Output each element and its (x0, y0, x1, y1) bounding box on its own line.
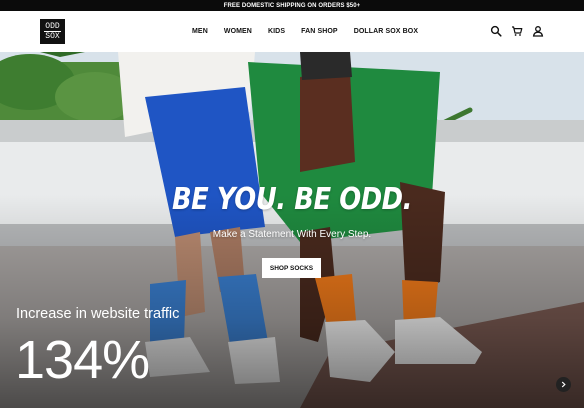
stat-value: 134% (15, 330, 150, 390)
hero-banner: BE YOU. BE ODD. Make a Statement With Ev… (0, 52, 584, 408)
announcement-text: FREE DOMESTIC SHIPPING ON ORDERS $50+ (223, 2, 361, 9)
stat-label: Increase in website traffic (16, 306, 180, 322)
hero-subheadline: Make a Statement With Every Step. (212, 229, 372, 240)
brand-logo[interactable]: ODD SOX (40, 19, 65, 44)
account-icon[interactable] (532, 25, 544, 37)
announcement-bar: FREE DOMESTIC SHIPPING ON ORDERS $50+ (0, 0, 584, 11)
nav-item-men[interactable]: MEN (192, 28, 208, 35)
nav-item-fan-shop[interactable]: FAN SHOP (301, 28, 338, 35)
chevron-right-icon (561, 381, 566, 388)
search-icon[interactable] (490, 25, 502, 37)
shop-socks-button[interactable]: SHOP SOCKS (262, 258, 321, 278)
logo-line-2: SOX (45, 32, 60, 41)
nav-item-dollar-sox-box[interactable]: DOLLAR SOX BOX (354, 28, 418, 35)
hero-headline: BE YOU. BE ODD. (171, 182, 413, 217)
cart-icon[interactable] (511, 25, 523, 37)
header-icons (490, 25, 544, 37)
next-slide-button[interactable] (556, 377, 571, 392)
nav-item-women[interactable]: WOMEN (224, 28, 252, 35)
nav-item-kids[interactable]: KIDS (268, 28, 285, 35)
site-header: ODD SOX MEN WOMEN KIDS FAN SHOP DOLLAR S… (0, 11, 584, 52)
logo-line-1: ODD (44, 22, 61, 32)
main-nav: MEN WOMEN KIDS FAN SHOP DOLLAR SOX BOX (192, 11, 434, 52)
